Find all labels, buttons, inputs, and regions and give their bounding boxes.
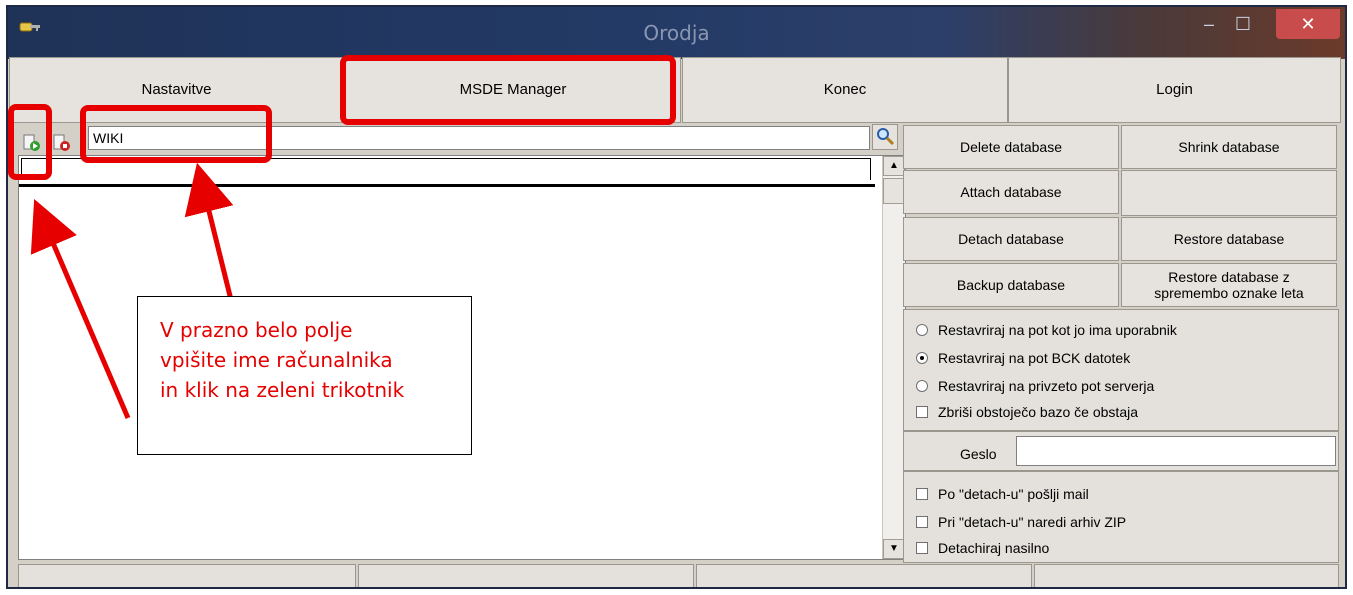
red-stop-icon [53,134,70,151]
server-input-highlight [80,105,272,163]
password-panel: Geslo [903,431,1339,471]
status-segment [696,564,1032,587]
list-divider [19,184,875,187]
konec-button[interactable]: Konec [682,57,1008,123]
status-segment [358,564,694,587]
status-segment [18,564,356,587]
delete-database-button[interactable]: Delete database [903,125,1119,169]
attach-database-button[interactable]: Attach database [903,170,1119,214]
window-title: Orodja [643,21,710,45]
restore-database-button[interactable]: Restore database [1121,217,1337,261]
msde-manager-highlight [340,55,676,125]
restore-user-path-option[interactable]: Restavriraj na pot kot jo ima uporabnik [916,322,1177,338]
checkbox-label: Po "detach-u" pošlji mail [938,486,1089,502]
login-button[interactable]: Login [1008,57,1341,123]
scroll-up-icon[interactable]: ▲ [883,156,905,176]
option-label: Restavriraj na pot kot jo ima uporabnik [938,322,1177,338]
option-label: Restavriraj na pot BCK datotek [938,350,1131,366]
vertical-scrollbar[interactable]: ▲ ▼ [882,156,905,559]
checkbox[interactable] [916,406,928,418]
close-button[interactable]: ✕ [1276,9,1340,39]
checkbox-label: Pri "detach-u" naredi arhiv ZIP [938,514,1127,530]
callout-line-1: V prazno belo polje [160,318,353,342]
checkbox[interactable] [916,516,928,528]
restore-options-panel: Restavriraj na pot kot jo ima uporabnik … [903,309,1339,431]
detach-force-checkbox[interactable]: Detachiraj nasilno [916,540,1049,556]
detach-send-mail-checkbox[interactable]: Po "detach-u" pošlji mail [916,486,1089,502]
title-bar[interactable]: Orodja – ☐ ✕ [8,7,1345,59]
status-bar [18,564,1339,587]
detach-database-button[interactable]: Detach database [903,217,1119,261]
checkbox[interactable] [916,542,928,554]
magnifier-icon [877,128,895,146]
restore-with-year-change-button[interactable]: Restore database z spremembo oznake leta [1121,263,1337,307]
password-input[interactable] [1016,436,1336,466]
radio-button[interactable] [916,380,928,392]
radio-button[interactable] [916,324,928,336]
triangle-button-highlight [8,104,52,180]
restore-default-path-option[interactable]: Restavriraj na privzeto pot serverja [916,378,1154,394]
empty-button-slot [1121,170,1337,216]
callout-line-3: in klik na zeleni trikotnik [160,378,405,402]
restore-year-label-2: spremembo oznake leta [1154,285,1304,301]
detach-options-panel: Po "detach-u" pošlji mail Pri "detach-u"… [903,471,1339,563]
checkbox[interactable] [916,488,928,500]
shrink-database-button[interactable]: Shrink database [1121,125,1337,169]
detach-zip-checkbox[interactable]: Pri "detach-u" naredi arhiv ZIP [916,514,1126,530]
scroll-thumb[interactable] [883,178,905,204]
restore-year-label-1: Restore database z [1168,269,1290,285]
annotation-callout: V prazno belo polje vpišite ime računaln… [137,296,472,455]
delete-existing-checkbox[interactable]: Zbriši obstoječo bazo če obstaja [916,404,1138,420]
checkbox-label: Detachiraj nasilno [938,540,1050,556]
option-label: Restavriraj na privzeto pot serverja [938,378,1155,394]
status-segment [1034,564,1339,587]
password-label: Geslo [960,446,997,462]
radio-button-selected[interactable] [916,352,928,364]
checkbox-label: Zbriši obstoječo bazo če obstaja [938,404,1138,420]
maximize-button[interactable]: ☐ [1228,9,1258,39]
scroll-down-icon[interactable]: ▼ [883,539,905,559]
callout-line-2: vpišite ime računalnika [160,348,393,372]
backup-database-button[interactable]: Backup database [903,263,1119,307]
restore-bck-path-option[interactable]: Restavriraj na pot BCK datotek [916,350,1130,366]
minimize-button[interactable]: – [1194,9,1224,39]
search-button[interactable] [872,124,898,150]
